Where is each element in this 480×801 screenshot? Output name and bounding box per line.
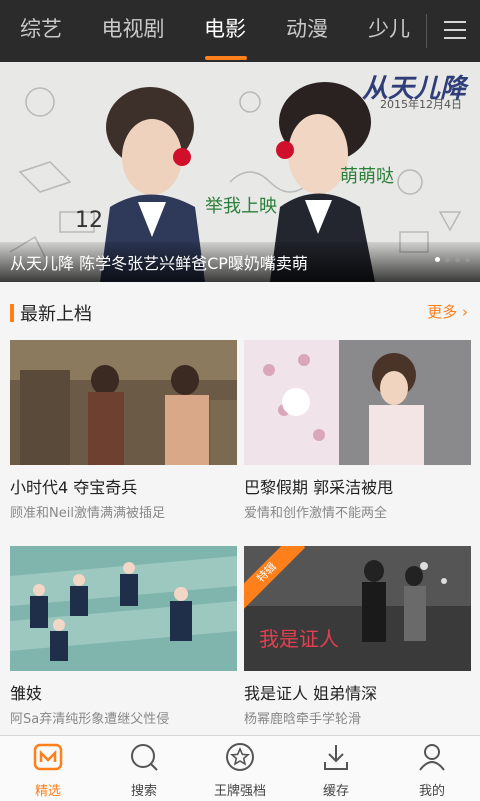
thumbnail-image: [244, 340, 471, 465]
video-thumbnail: [10, 340, 237, 465]
nav-label: 王牌强档: [213, 784, 266, 799]
tab-kids[interactable]: 少儿: [358, 0, 420, 58]
svg-text:12: 12: [75, 208, 103, 233]
menu-icon-line: [444, 37, 466, 39]
featured-banner[interactable]: 12 举我上映 萌萌哒 从天儿降 2015年12月4日 从天儿降 陈学冬张艺兴鲜…: [0, 62, 480, 282]
tab-anime[interactable]: 动漫: [276, 0, 338, 58]
chevron-right-icon: ›: [462, 303, 468, 321]
menu-button[interactable]: [432, 0, 480, 60]
tab-movie[interactable]: 电影: [194, 0, 256, 58]
search-icon: [131, 744, 158, 771]
thumbnail-image: [10, 340, 237, 465]
banner-pagination: [430, 247, 470, 266]
video-thumbnail: [244, 340, 471, 465]
tab-variety[interactable]: 综艺: [10, 0, 72, 58]
banner-dot: [465, 257, 470, 262]
section-title: 最新上档: [20, 304, 92, 325]
card-subtitle: 顾准和Neil激情满满被插足: [10, 506, 165, 521]
video-card[interactable]: 巴黎假期 郭采洁被甩 爱情和创作激情不能两全: [244, 340, 471, 521]
menu-icon: [444, 21, 466, 23]
card-subtitle: 阿Sa弃清纯形象遭继父性侵: [10, 712, 170, 727]
featured-icon: [33, 743, 63, 771]
banner-dot: [455, 257, 460, 262]
nav-label: 缓存: [322, 784, 349, 799]
banner-dot: [435, 257, 440, 262]
nav-label: 我的: [418, 784, 445, 799]
section-accent-bar: [10, 304, 14, 322]
tab-divider: [426, 14, 427, 48]
bottom-navigation: 精选 搜索 王牌强档 缓存 我的: [0, 735, 480, 801]
svg-text:举我上映: 举我上映: [205, 196, 277, 217]
thumbnail-image: [10, 546, 237, 671]
video-card[interactable]: 小时代4 夺宝奇兵 顾准和Neil激情满满被插足: [10, 340, 237, 521]
more-label: 更多: [427, 303, 458, 321]
tab-tv-series[interactable]: 电视剧: [92, 0, 174, 58]
nav-search[interactable]: 搜索: [96, 736, 192, 801]
video-card[interactable]: 雏妓 阿Sa弃清纯形象遭继父性侵: [10, 546, 237, 727]
card-title: 小时代4 夺宝奇兵: [10, 478, 138, 497]
svg-text:我是证人: 我是证人: [259, 627, 339, 651]
video-thumbnail: 我是证人 特辑: [244, 546, 471, 671]
card-subtitle: 爱情和创作激情不能两全: [244, 506, 388, 521]
download-icon: [324, 745, 348, 770]
user-icon: [419, 744, 445, 771]
svg-text:萌萌哒: 萌萌哒: [340, 166, 394, 187]
card-title: 雏妓: [10, 684, 43, 703]
nav-downloads[interactable]: 缓存: [288, 736, 384, 801]
video-card[interactable]: 我是证人 特辑 我是证人 姐弟情深 杨幂鹿晗牵手学轮滑: [244, 546, 471, 727]
nav-profile[interactable]: 我的: [384, 736, 480, 801]
menu-icon-line: [444, 29, 466, 31]
banner-caption: 从天儿降 陈学冬张艺兴鲜爸CP曝奶嘴卖萌: [10, 254, 308, 273]
nav-label: 搜索: [130, 784, 157, 799]
nav-top-picks[interactable]: 王牌强档: [192, 736, 288, 801]
nav-featured[interactable]: 精选: [0, 736, 96, 801]
top-tab-bar: 综艺 电视剧 电影 动漫 少儿: [0, 0, 480, 62]
card-title: 我是证人 姐弟情深: [244, 684, 378, 703]
banner-dot: [445, 257, 450, 262]
active-tab-indicator: [205, 56, 247, 60]
banner-release-date: 2015年12月4日: [380, 98, 462, 111]
card-subtitle: 杨幂鹿晗牵手学轮滑: [244, 712, 362, 727]
card-title: 巴黎假期 郭采洁被甩: [244, 478, 394, 497]
more-link[interactable]: 更多 ›: [427, 301, 468, 322]
section-header: 最新上档 更多 ›: [0, 298, 480, 328]
video-thumbnail: [10, 546, 237, 671]
star-icon: [226, 743, 254, 771]
nav-label: 精选: [34, 784, 61, 799]
